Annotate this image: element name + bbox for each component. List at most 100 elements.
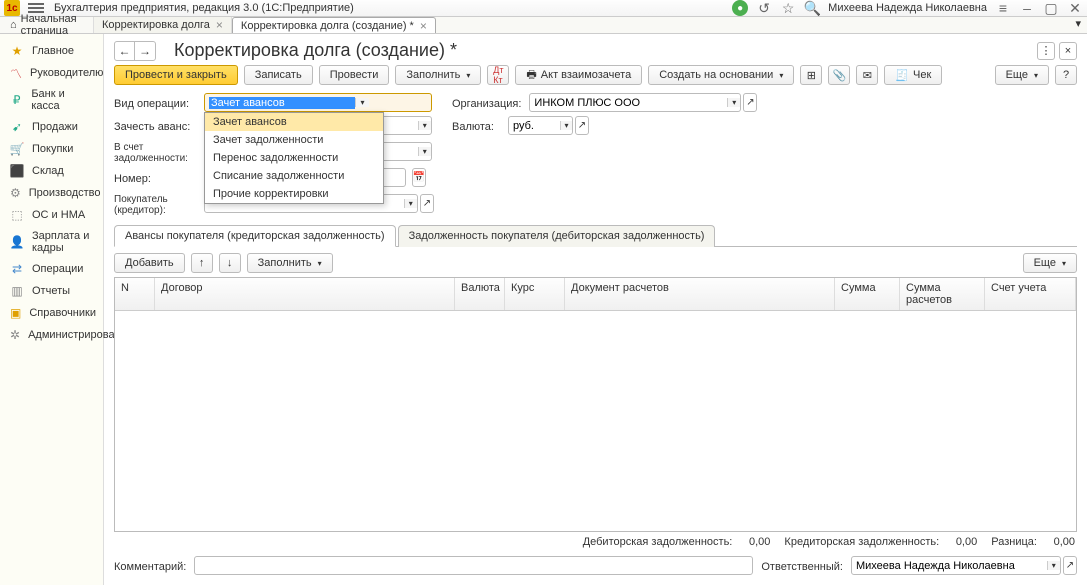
fill-button[interactable]: Заполнить [395,65,481,85]
box-icon: ⬛ [10,164,24,178]
star-icon: ★ [10,44,24,58]
dropdown-caret-icon[interactable]: ▾ [727,98,740,107]
help-icon[interactable]: ? [1055,65,1077,85]
notifications-icon[interactable]: ● [732,0,748,16]
receipt-icon: 🧾 [895,69,909,82]
close-icon[interactable]: ✕ [1067,0,1083,16]
favorite-icon[interactable]: ☆ [780,0,796,16]
sidebar-item-catalogs[interactable]: ▣Справочники [0,302,103,324]
dt-kt-icon[interactable]: ДтКт [487,65,509,85]
tabs-more-icon[interactable]: ▾ [1069,17,1087,33]
cred-label: Кредиторская задолженность: [784,536,939,548]
tab-doc-2[interactable]: Корректировка долга (создание) * × [232,17,436,33]
dd-item-debt[interactable]: Зачет задолженности [205,131,383,149]
resp-field[interactable]: ▾ [851,556,1061,575]
dropdown-caret-icon[interactable]: ▾ [355,98,369,107]
sidebar-item-assets[interactable]: ⬚ОС и НМА [0,204,103,226]
dd-item-other[interactable]: Прочие корректировки [205,185,383,203]
tab-close-icon[interactable]: × [216,18,223,32]
create-based-button[interactable]: Создать на основании [648,65,794,85]
window-close-icon[interactable]: × [1059,42,1077,60]
table-body[interactable] [115,311,1076,531]
comment-input[interactable] [199,560,748,572]
dd-item-transfer[interactable]: Перенос задолженности [205,149,383,167]
dropdown-caret-icon[interactable]: ▾ [418,147,431,156]
org-label: Организация: [452,95,521,110]
home-icon: ⌂ [10,19,17,31]
tab-doc-1[interactable]: Корректировка долга × [94,17,232,33]
th-rate[interactable]: Курс [505,278,565,310]
add-row-button[interactable]: Добавить [114,253,185,273]
inner-tab-advances[interactable]: Авансы покупателя (кредиторская задолжен… [114,225,396,247]
user-name[interactable]: Михеева Надежда Николаевна [828,2,987,14]
calendar-icon[interactable]: 📅 [412,168,426,187]
currency-input[interactable] [513,120,560,132]
operation-input[interactable] [209,97,355,109]
save-button[interactable]: Записать [244,65,313,85]
sidebar-item-sales[interactable]: ➹Продажи [0,116,103,138]
dropdown-caret-icon[interactable]: ▾ [560,121,572,130]
move-up-icon[interactable]: ↑ [191,253,213,273]
sidebar-item-reports[interactable]: ▥Отчеты [0,280,103,302]
th-sumcalc[interactable]: Сумма расчетов [900,278,985,310]
org-input[interactable] [534,97,727,109]
restore-icon[interactable]: ▢ [1043,0,1059,16]
check-button[interactable]: 🧾Чек [884,65,942,85]
dropdown-caret-icon[interactable]: ▾ [418,121,431,130]
org-field[interactable]: ▾ [529,93,741,112]
cog-icon: ✲ [10,328,20,342]
move-down-icon[interactable]: ↓ [219,253,241,273]
nav-forward-icon[interactable]: → [135,42,155,60]
sidebar-item-main[interactable]: ★Главное [0,40,103,62]
nav-back-icon[interactable]: ← [115,42,135,60]
history-icon[interactable]: ↺ [756,0,772,16]
sidebar-item-purchases[interactable]: 🛒Покупки [0,138,103,160]
comment-label: Комментарий: [114,558,186,573]
currency-field[interactable]: ▾ [508,116,573,135]
tabs-bar: ⌂ Начальная страница Корректировка долга… [0,17,1087,34]
th-currency[interactable]: Валюта [455,278,505,310]
dd-item-writeoff[interactable]: Списание задолженности [205,167,383,185]
post-and-close-button[interactable]: Провести и закрыть [114,65,238,85]
th-contract[interactable]: Договор [155,278,455,310]
number-label: Номер: [114,170,196,185]
th-n[interactable]: N [115,278,155,310]
minimize-icon[interactable]: – [1019,0,1035,16]
dropdown-caret-icon[interactable]: ▾ [1047,561,1060,570]
more-actions-icon[interactable]: ⋮ [1037,42,1055,60]
open-ref-icon[interactable]: ↗ [1063,556,1077,575]
operation-field[interactable]: ▾ Зачет авансов Зачет задолженности Пере… [204,93,432,112]
print-act-button[interactable]: 🖶Акт взаимозачета [515,65,642,85]
table-fill-button[interactable]: Заполнить [247,253,333,273]
sidebar-item-operations[interactable]: ⇄Операции [0,258,103,280]
more-button[interactable]: Еще [995,65,1049,85]
sidebar-item-admin[interactable]: ✲Администрирование [0,324,103,346]
attach-icon[interactable]: 📎 [828,65,850,85]
sidebar-item-bank[interactable]: ₽Банк и касса [0,84,103,116]
sidebar-item-manager[interactable]: 〽Руководителю [0,62,103,84]
th-sum[interactable]: Сумма [835,278,900,310]
post-button[interactable]: Провести [319,65,390,85]
structure-icon[interactable]: ⊞ [800,65,822,85]
envelope-icon[interactable]: ✉ [856,65,878,85]
comment-field[interactable] [194,556,753,575]
report-icon: ▥ [10,284,24,298]
th-doc[interactable]: Документ расчетов [565,278,835,310]
open-ref-icon[interactable]: ↗ [575,116,589,135]
settings-icon[interactable]: ≡ [995,0,1011,16]
th-account[interactable]: Счет учета [985,278,1076,310]
search-icon[interactable]: 🔍 [804,0,820,16]
table-more-button[interactable]: Еще [1023,253,1077,273]
dropdown-caret-icon[interactable]: ▾ [404,199,417,208]
app-title: Бухгалтерия предприятия, редакция 3.0 (1… [54,2,354,14]
sidebar-item-production[interactable]: ⚙Производство [0,182,103,204]
dd-item-advance[interactable]: Зачет авансов [205,113,383,131]
open-ref-icon[interactable]: ↗ [420,194,434,213]
home-tab[interactable]: ⌂ Начальная страница [4,17,94,33]
inner-tab-debt[interactable]: Задолженность покупателя (дебиторская за… [398,225,716,247]
open-ref-icon[interactable]: ↗ [743,93,757,112]
resp-input[interactable] [856,560,1047,572]
tab-close-icon[interactable]: × [420,19,427,33]
sidebar-item-warehouse[interactable]: ⬛Склад [0,160,103,182]
sidebar-item-salary[interactable]: 👤Зарплата и кадры [0,226,103,258]
